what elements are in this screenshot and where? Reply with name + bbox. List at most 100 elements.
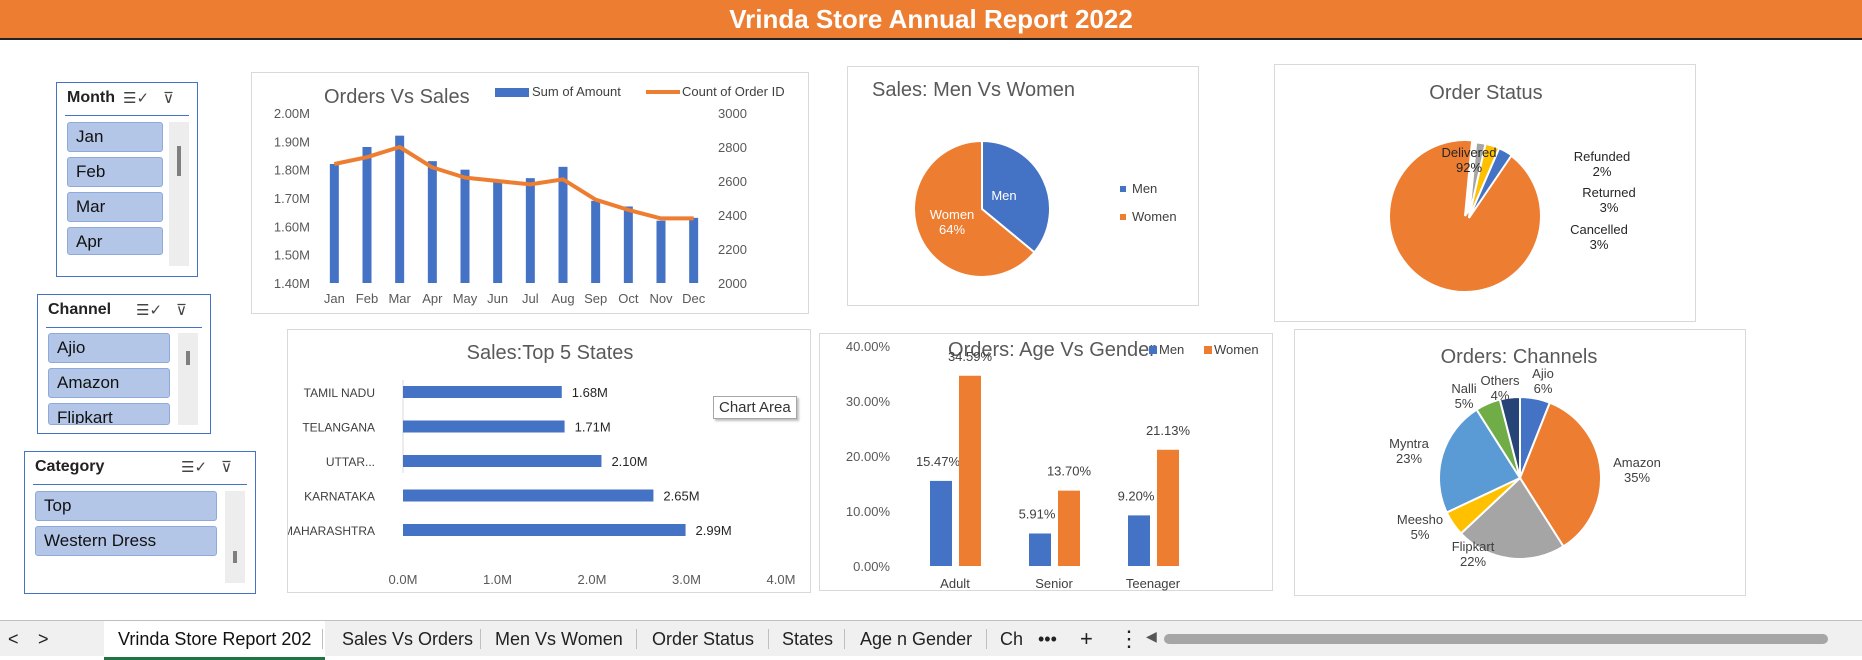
scroll-left-icon[interactable]: ◀ [1146,628,1157,645]
data-label: 2.10M [611,454,647,469]
data-label: Ajio [1532,366,1554,381]
y-tick-label: UTTAR... [326,455,375,469]
x-tick-label: 0.0M [389,572,418,587]
y2-tick-label: 2600 [718,174,747,189]
order-status-panel[interactable]: Order Status Delivered 92% Refunded 2% Return… [1274,64,1696,322]
slicer-scrollbar[interactable] [169,122,189,266]
data-label: Cancelled [1570,222,1628,237]
bar [959,375,981,566]
next-sheet-button[interactable]: > [30,621,57,657]
data-label: Men [991,188,1016,203]
tab-order-status[interactable]: Order Status [638,621,768,657]
top-states-panel[interactable]: Sales:Top 5 States TAMIL NADU 1.68M TELANGA… [283,329,811,593]
bar [403,420,565,433]
tab-sales-vs-orders[interactable]: Sales Vs Orders [328,621,487,657]
slicer-item-channel[interactable]: Flipkart [48,403,170,425]
clear-filter-icon[interactable]: ⊽ [221,458,232,476]
more-sheets-button[interactable]: ••• [1024,621,1071,657]
sheet-tab-bar: < > Vrinda Store Report 202 Sales Vs Ord… [0,620,1862,660]
y2-tick-label: 2800 [718,140,747,155]
slicer-scrollbar[interactable] [225,491,245,583]
data-label: 3% [1600,200,1619,215]
clear-filter-icon[interactable]: ⊽ [176,301,187,319]
x-tick-label: Jan [324,291,345,306]
slicer-scrollbar[interactable] [178,333,198,425]
x-tick-label: May [453,291,478,306]
horizontal-scrollbar[interactable]: ◀ [1146,628,1846,647]
y-tick-label: 1.60M [274,219,310,234]
bar [1128,515,1150,566]
chart-area-tooltip: Chart Area [713,396,797,419]
tab-states[interactable]: States [768,621,847,657]
category-slicer[interactable]: Category ☰✓ ⊽ Top Western Dress [24,451,256,594]
month-slicer[interactable]: Month ☰✓ ⊽ Jan Feb Mar Apr [56,82,198,277]
tab-age-n-gender[interactable]: Age n Gender [846,621,986,657]
data-label: 34.59% [948,349,993,364]
y2-tick-label: 2200 [718,242,747,257]
age-vs-gender-panel[interactable]: Orders: Age Vs Gender Men Women 0.00% 10.00%… [819,333,1273,591]
data-label: 22% [1460,554,1486,569]
data-label: 35% [1624,470,1650,485]
bar [395,135,405,283]
legend-swatch [495,88,529,97]
x-tick-label: 1.0M [483,572,512,587]
data-label: Refunded [1574,149,1630,164]
channels-panel[interactable]: Orders: Channels Ajio 6% Amazon 35% Flipkart 2… [1294,329,1746,596]
data-label: 4% [1491,388,1510,403]
data-label: 1.71M [575,420,611,435]
x-tick-label: Jun [487,291,508,306]
orders-vs-sales-panel[interactable]: Orders Vs Sales Sum of Amount Count of Ord… [251,72,809,314]
tab-men-vs-women[interactable]: Men Vs Women [481,621,637,657]
data-label: Myntra [1389,436,1430,451]
slicer-item-channel[interactable]: Ajio [48,333,170,363]
x-tick-label: Dec [682,291,706,306]
y-tick-label: 0.00% [853,559,890,574]
x-tick-label: 3.0M [672,572,701,587]
slicer-item-channel[interactable]: Amazon [48,368,170,398]
report-title: Vrinda Store Annual Report 2022 [729,4,1133,34]
y2-tick-label: 2400 [718,208,747,223]
y-tick-label: 20.00% [846,449,891,464]
chart-title: Order Status [1429,82,1542,104]
slicer-item-month[interactable]: Mar [67,192,163,222]
slicer-item-category[interactable]: Top [35,491,217,521]
multi-select-icon[interactable]: ☰✓ [136,301,162,319]
chart-title: Sales: Men Vs Women [872,79,1075,101]
x-tick-label: 4.0M [767,572,796,587]
data-label: 13.70% [1047,464,1092,479]
y-tick-label: 10.00% [846,504,891,519]
slicer-item-month[interactable]: Apr [67,227,163,255]
channel-slicer[interactable]: Channel ☰✓ ⊽ Ajio Amazon Flipkart [37,294,211,434]
bar [403,489,654,502]
bar [362,147,372,283]
men-vs-women-chart: Sales: Men Vs WomenMenWomen64%MenWomen [872,79,1177,278]
age-vs-gender-chart: Orders: Age Vs Gender Men Women0.00%10.00%… [846,339,1259,591]
data-label: 92% [1456,160,1482,175]
slicer-item-month[interactable]: Feb [67,157,163,187]
data-label: 5% [1455,396,1474,411]
x-tick-label: Oct [618,291,639,306]
y2-tick-label: 3000 [718,106,747,121]
clear-filter-icon[interactable]: ⊽ [163,89,174,107]
bar [403,524,686,536]
data-label: Returned [1582,185,1635,200]
multi-select-icon[interactable]: ☰✓ [181,458,207,476]
add-sheet-button[interactable]: + [1066,621,1107,657]
legend-label: Sum of Amount [532,84,621,99]
bar [689,217,699,283]
men-vs-women-panel[interactable]: Sales: Men Vs Women Men Women 64% Men Women [847,66,1199,306]
data-label: 15.47% [916,454,961,469]
slicer-item-category[interactable]: Western Dress [35,526,217,556]
chart-title: Orders Vs Sales [324,86,470,108]
y-tick-label: MAHARASHTRA [288,524,375,538]
prev-sheet-button[interactable]: < [0,621,27,657]
slicer-item-month[interactable]: Jan [67,122,163,152]
channels-chart: Orders: ChannelsAjio6%Amazon35%Flipkart2… [1389,346,1661,569]
data-label: 2.99M [696,523,732,538]
legend-swatch [1120,214,1126,220]
tab-vrinda-store-report[interactable]: Vrinda Store Report 202 [104,621,326,660]
top-states-chart: Sales:Top 5 States TAMIL NADU 1.68M TELANGA… [283,342,796,587]
bar [930,480,952,566]
multi-select-icon[interactable]: ☰✓ [123,89,149,107]
bar [427,161,437,283]
